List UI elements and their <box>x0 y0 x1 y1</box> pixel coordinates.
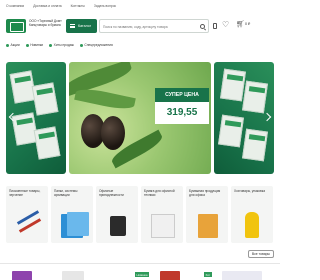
product-strip: Новинка Хит <box>0 263 280 280</box>
category-label: Бумажная продукция для офиса <box>189 189 221 197</box>
banner-center: СУПЕР ЦЕНА 319,55 <box>69 62 211 174</box>
menu-item-hits[interactable]: Хиты продаж <box>49 42 74 48</box>
folder-image <box>67 212 89 236</box>
paper-pack-image <box>33 126 61 160</box>
promo-menu: Акции Новинки Хиты продаж Спецпредложени… <box>6 42 113 48</box>
logo-icon[interactable] <box>6 19 26 33</box>
top-link-contacts[interactable]: Контакты <box>71 2 85 10</box>
paper-pack-image <box>218 114 244 148</box>
category-card-paper[interactable]: Бумага для офисной техники <box>141 186 183 243</box>
category-grid: Письменные товары, черчение Папки, систе… <box>6 186 274 243</box>
menu-item-label: Акции <box>10 43 20 47</box>
product-image[interactable] <box>222 271 262 280</box>
menu-item-special[interactable]: Спецпредложения <box>79 42 113 48</box>
category-label: Офисные принадлежности <box>99 189 124 197</box>
new-badge: Новинка <box>135 272 150 277</box>
top-link-ask[interactable]: Задать вопрос <box>94 2 116 10</box>
search-icon[interactable] <box>200 24 205 29</box>
dot-icon <box>6 43 9 47</box>
top-link-about[interactable]: О компании <box>6 2 24 10</box>
product-image[interactable] <box>160 271 180 280</box>
catalog-label: Каталог <box>78 24 92 28</box>
header: ООО «Торговый Дом» Канцтовары и бумага К… <box>0 14 280 36</box>
product-image[interactable] <box>12 271 32 280</box>
paper-pack-image <box>31 82 59 116</box>
search-input[interactable] <box>103 23 201 31</box>
super-price-badge: СУПЕР ЦЕНА <box>155 88 209 102</box>
menu-icon <box>70 24 75 28</box>
category-card-paper-products[interactable]: Бумажная продукция для офиса <box>186 186 228 243</box>
phone-icon[interactable] <box>213 23 217 29</box>
heart-icon[interactable]: ♡ <box>222 21 229 29</box>
cart-icon[interactable]: 🛒︎ <box>236 21 245 29</box>
search-box <box>99 19 209 33</box>
menu-item-label: Спецпредложения <box>84 43 113 47</box>
menu-item-label: Хиты продаж <box>53 43 74 47</box>
hit-badge: Хит <box>204 272 212 277</box>
menu-item-sales[interactable]: Акции <box>6 42 20 48</box>
menu-item-new[interactable]: Новинки <box>25 42 44 48</box>
promo-banner[interactable]: СУПЕР ЦЕНА 319,55 <box>6 62 274 174</box>
logo-text[interactable]: ООО «Торговый Дом» Канцтовары и бумага <box>29 19 65 27</box>
paper-image <box>151 214 175 238</box>
olive-image <box>101 116 125 150</box>
paper-pack-image <box>242 80 268 114</box>
top-link-delivery[interactable]: Доставка и оплата <box>33 2 61 10</box>
price-value: 319,55 <box>155 102 209 124</box>
product-image[interactable] <box>62 271 84 280</box>
category-label: Папки, системы архивации <box>54 189 78 197</box>
paper-pack-image <box>220 68 246 102</box>
dot-icon <box>49 43 53 47</box>
olive-leaf-image <box>74 85 136 113</box>
dot-icon <box>79 43 83 47</box>
category-card-office[interactable]: Офисные принадлежности <box>96 186 138 243</box>
category-label: Письменные товары, черчение <box>9 189 41 197</box>
paper-pack-image <box>242 128 268 162</box>
category-card-household[interactable]: Хозтовары, упаковка <box>231 186 273 243</box>
category-label: Бумага для офисной техники <box>144 189 175 197</box>
top-links: О компании Доставка и оплата Контакты За… <box>6 2 116 10</box>
all-products-button[interactable]: Все товары <box>247 250 274 258</box>
stapler-image <box>110 216 126 236</box>
dot-icon <box>25 43 29 47</box>
category-card-folders[interactable]: Папки, системы архивации <box>51 186 93 243</box>
notebook-image <box>198 214 218 238</box>
category-card-writing[interactable]: Письменные товары, черчение <box>6 186 48 243</box>
catalog-button[interactable]: Каталог <box>66 19 97 33</box>
menu-item-label: Новинки <box>30 43 44 47</box>
cart-total[interactable]: 0 ₽ <box>245 22 250 26</box>
glove-image <box>245 212 259 238</box>
category-label: Хозтовары, упаковка <box>234 189 265 193</box>
